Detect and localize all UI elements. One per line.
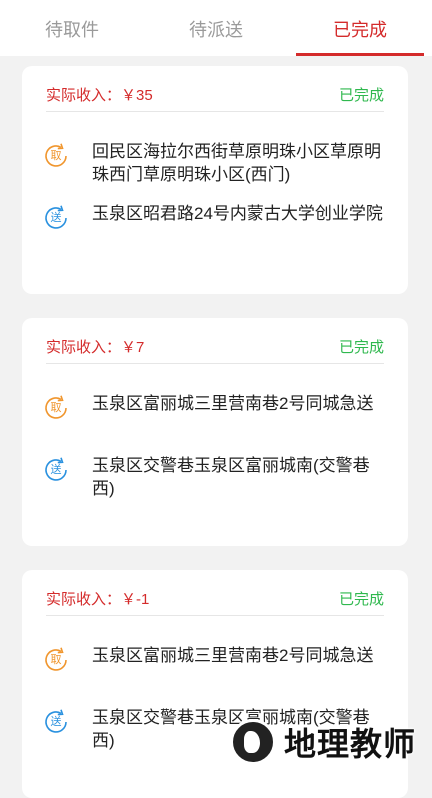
order-card-header: 实际收入：￥7 已完成 — [46, 330, 384, 364]
pickup-address-text: 回民区海拉尔西街草原明珠小区草原明珠西门草原明珠小区(西门) — [92, 142, 381, 184]
pickup-address: 取 玉泉区富丽城三里营南巷2号同城急送 — [42, 644, 390, 674]
delivery-address-text: 玉泉区昭君路24号内蒙古大学创业学院 — [92, 204, 383, 223]
pickup-address: 取 玉泉区富丽城三里营南巷2号同城急送 — [42, 392, 390, 422]
income-label: 实际收入：￥-1 — [46, 591, 150, 608]
delivery-address: 送 玉泉区昭君路24号内蒙古大学创业学院 — [42, 202, 390, 232]
order-card[interactable]: 实际收入：￥7 已完成 取 玉泉区富丽城三里营南巷2号同城急送 送 玉泉区交警巷… — [22, 318, 408, 546]
order-card[interactable]: 实际收入：￥35 已完成 取 回民区海拉尔西街草原明珠小区草原明珠西门草原明珠小… — [22, 66, 408, 294]
delivery-address: 送 玉泉区交警巷玉泉区富丽城南(交警巷西) — [42, 454, 390, 500]
pickup-address: 取 回民区海拉尔西街草原明珠小区草原明珠西门草原明珠小区(西门) — [42, 140, 390, 186]
status-badge: 已完成 — [338, 339, 384, 356]
delivery-icon: 送 — [42, 204, 70, 232]
order-card-header: 实际收入：￥-1 已完成 — [46, 582, 384, 616]
order-card-header: 实际收入：￥35 已完成 — [46, 78, 384, 112]
delivery-icon: 送 — [42, 708, 70, 736]
pickup-icon: 取 — [42, 646, 70, 674]
pickup-icon: 取 — [42, 394, 70, 422]
delivery-icon: 送 — [42, 456, 70, 484]
status-badge: 已完成 — [338, 591, 384, 608]
tab-pending-pickup[interactable]: 待取件 — [0, 0, 144, 56]
watermark-logo: 地理教师 — [230, 716, 432, 768]
watermark-text: 地理教师 — [284, 726, 417, 762]
pickup-icon: 取 — [42, 142, 70, 170]
pickup-address-text: 玉泉区富丽城三里营南巷2号同城急送 — [92, 646, 374, 665]
status-badge: 已完成 — [338, 87, 384, 104]
tab-pending-delivery[interactable]: 待派送 — [144, 0, 288, 56]
income-label: 实际收入：￥35 — [46, 87, 153, 104]
income-label: 实际收入：￥7 — [46, 339, 145, 356]
delivery-address-text: 玉泉区交警巷玉泉区富丽城南(交警巷西) — [92, 456, 370, 498]
tab-completed[interactable]: 已完成 — [288, 0, 432, 56]
globe-icon — [230, 719, 276, 765]
order-status-tabs: 待取件 待派送 已完成 — [0, 0, 432, 56]
pickup-address-text: 玉泉区富丽城三里营南巷2号同城急送 — [92, 394, 374, 413]
